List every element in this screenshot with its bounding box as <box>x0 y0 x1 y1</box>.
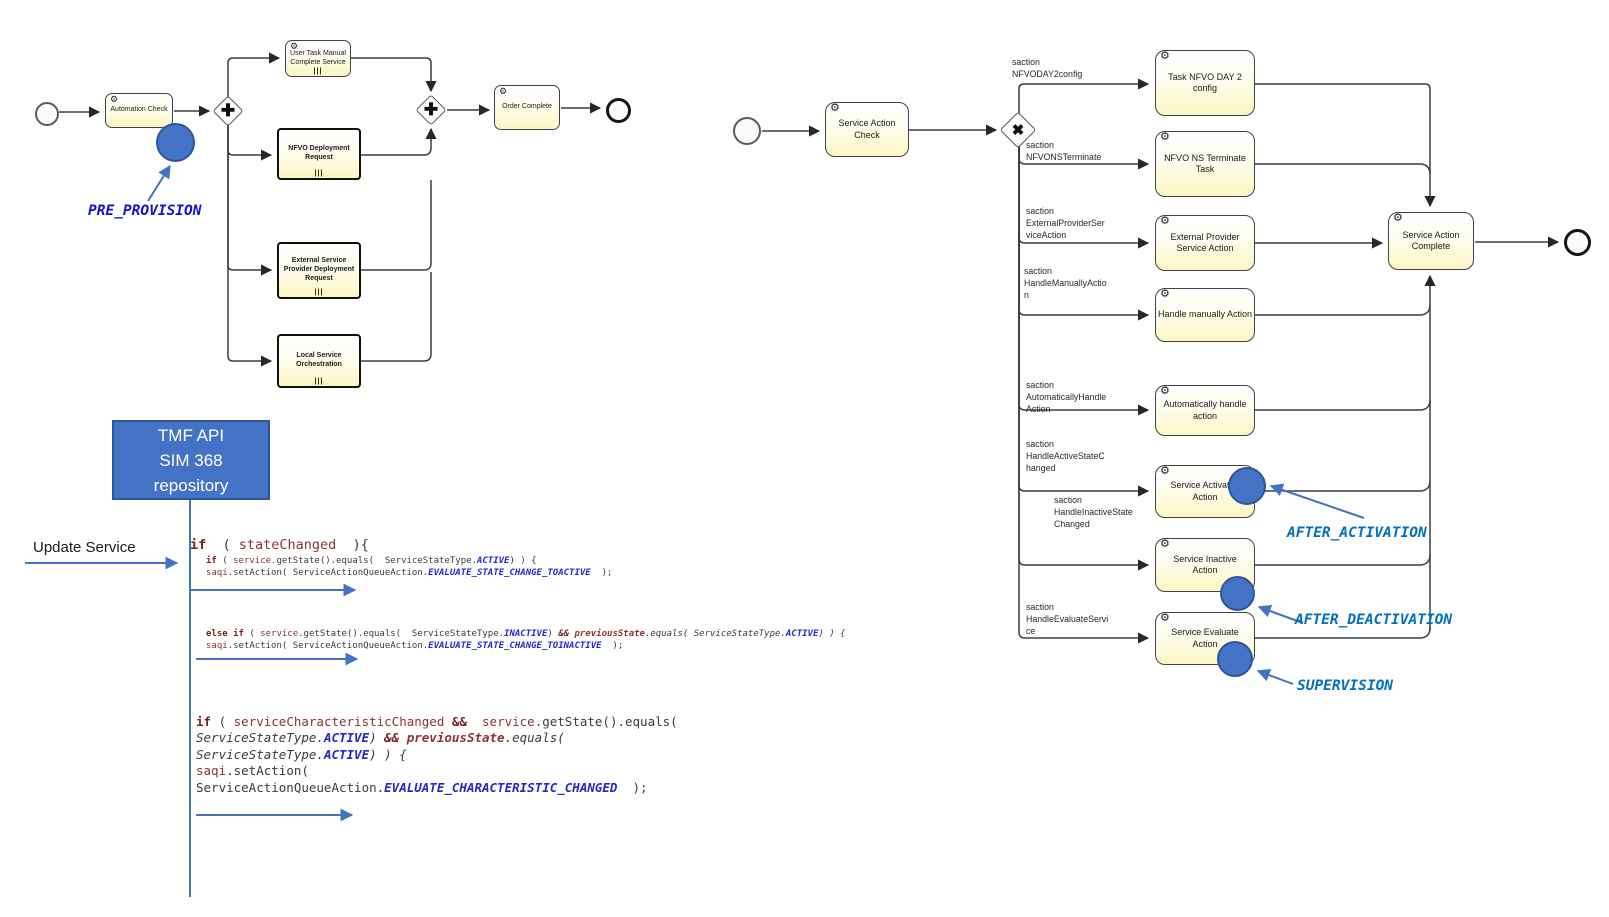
task-automatically-handle-action: ⚙ Automatically handle action <box>1155 385 1255 436</box>
task-service-action-check: ⚙ Service Action Check <box>825 102 909 157</box>
branch-label-handlemanuallyaction: saction HandleManuallyActio n <box>1024 266 1107 302</box>
multi-instance-icon: ||| <box>314 68 323 75</box>
branch-label-nfvoday2config: saction NFVODAY2config <box>1012 57 1082 81</box>
branch-label-handleevaluateservice: saction HandleEvaluateServi ce <box>1026 602 1108 638</box>
after-deactivation-marker-circle <box>1220 576 1255 611</box>
code-line: else if ( service.getState().equals( Ser… <box>206 629 845 641</box>
tmf-api-repository-box: TMF API SIM 368 repository <box>112 420 270 500</box>
service-task-gear-icon: ⚙ <box>830 103 840 114</box>
service-task-gear-icon: ⚙ <box>1160 132 1170 143</box>
multi-instance-icon: ||| <box>315 378 324 385</box>
after-activation-annotation: AFTER_ACTIVATION <box>1287 525 1427 541</box>
task-external-service-provider-deployment-request: External Service Provider Deployment Req… <box>277 242 361 299</box>
left-end-event <box>606 98 631 123</box>
task-label: Service Action Check <box>838 118 895 141</box>
code-block-characteristic-changed: if ( serviceCharacteristicChanged && ser… <box>196 714 678 796</box>
task-nfvo-ns-terminate: ⚙ NFVO NS Terminate Task <box>1155 131 1255 197</box>
task-label: NFVO Deployment Request <box>288 145 349 163</box>
service-task-gear-icon: ⚙ <box>499 87 507 96</box>
task-label: Order Complete <box>502 103 552 112</box>
task-automation-check: ⚙ Automation Check <box>105 93 173 128</box>
supervision-annotation: SUPERVISION <box>1297 678 1393 694</box>
branch-label-handleinactivestatechanged: saction HandleInactiveState Changed <box>1054 495 1133 531</box>
branch-label-externalproviderserviceaction: saction ExternalProviderSer viceAction <box>1026 206 1105 242</box>
service-task-gear-icon: ⚙ <box>1160 466 1170 477</box>
parallel-gateway-icon: ✚ <box>213 96 243 126</box>
multi-instance-icon: ||| <box>315 289 324 296</box>
code-line: if ( service.getState().equals( ServiceS… <box>206 556 612 568</box>
left-start-event <box>35 102 59 126</box>
service-task-gear-icon: ⚙ <box>1160 51 1170 62</box>
service-task-gear-icon: ⚙ <box>1160 386 1170 397</box>
bpmn-diagram-canvas: ⚙ Automation Check ✚ ⚙ User Task Manual … <box>0 0 1609 917</box>
task-label: Handle manually Action <box>1158 309 1252 320</box>
service-task-gear-icon: ⚙ <box>1393 213 1403 224</box>
task-label: NFVO NS Terminate Task <box>1164 153 1246 176</box>
branch-label-handleactivestatechanged: saction HandleActiveStateC hanged <box>1026 439 1105 475</box>
code-line: ServiceActionQueueAction.EVALUATE_CHARAC… <box>196 780 678 796</box>
code-line: saqi.setAction( ServiceActionQueueAction… <box>206 641 845 653</box>
service-task-gear-icon: ⚙ <box>1160 216 1170 227</box>
task-label: Automatically handle action <box>1163 399 1246 422</box>
task-handle-manually-action: ⚙ Handle manually Action <box>1155 288 1255 342</box>
multi-instance-icon: ||| <box>315 170 324 177</box>
service-task-gear-icon: ⚙ <box>1160 289 1170 300</box>
pre-provision-marker-circle <box>156 123 195 162</box>
pre-provision-annotation: PRE_PROVISION <box>88 203 202 219</box>
service-task-gear-icon: ⚙ <box>290 42 298 51</box>
parallel-gateway-join: ✚ <box>416 95 446 125</box>
update-service-label: Update Service <box>33 539 136 556</box>
code-line: if ( serviceCharacteristicChanged && ser… <box>196 714 678 730</box>
service-task-gear-icon: ⚙ <box>1160 613 1170 624</box>
parallel-gateway-icon: ✚ <box>416 95 446 125</box>
right-end-event <box>1564 229 1591 256</box>
task-user-task-manual-complete-service: ⚙ User Task Manual Complete Service ||| <box>285 40 351 77</box>
after-activation-marker-circle <box>1228 467 1266 505</box>
task-label: External Service Provider Deployment Req… <box>284 257 354 283</box>
task-label: Automation Check <box>110 106 167 115</box>
code-line: saqi.setAction( ServiceActionQueueAction… <box>206 568 612 580</box>
task-label: External Provider Service Action <box>1170 232 1239 255</box>
task-label: Task NFVO DAY 2 config <box>1168 72 1242 95</box>
task-label: Service Action Complete <box>1402 230 1459 253</box>
code-block-toinactive: else if ( service.getState().equals( Ser… <box>206 629 845 652</box>
after-deactivation-annotation: AFTER_DEACTIVATION <box>1295 612 1452 628</box>
supervision-marker-circle <box>1217 641 1253 677</box>
task-service-action-complete: ⚙ Service Action Complete <box>1388 212 1474 270</box>
task-label: User Task Manual Complete Service <box>290 50 346 68</box>
code-line: ServiceStateType.ACTIVE) ) { <box>196 747 678 763</box>
task-label: Local Service Orchestration <box>296 352 342 370</box>
right-start-event <box>733 117 761 145</box>
task-local-service-orchestration: Local Service Orchestration ||| <box>277 334 361 388</box>
service-task-gear-icon: ⚙ <box>1160 539 1170 550</box>
code-block-toactive: if ( service.getState().equals( ServiceS… <box>206 556 612 579</box>
task-label: Service Inactive Action <box>1173 554 1237 577</box>
code-line: ServiceStateType.ACTIVE) && previousStat… <box>196 730 678 746</box>
code-line: saqi.setAction( <box>196 763 678 779</box>
task-nfvo-deployment-request: NFVO Deployment Request ||| <box>277 128 361 180</box>
task-nfvo-day2-config: ⚙ Task NFVO DAY 2 config <box>1155 50 1255 116</box>
code-block-statechanged: if ( stateChanged ){ <box>190 537 369 553</box>
task-order-complete: ⚙ Order Complete <box>494 85 560 130</box>
parallel-gateway-split: ✚ <box>213 96 243 126</box>
code-line: if ( stateChanged ){ <box>190 537 369 553</box>
service-task-gear-icon: ⚙ <box>110 95 118 104</box>
task-external-provider-service-action: ⚙ External Provider Service Action <box>1155 215 1255 271</box>
branch-label-nfvonsterminate: saction NFVONSTerminate <box>1026 140 1101 164</box>
branch-label-automaticallyhandleaction: saction AutomaticallyHandle Action <box>1026 380 1106 416</box>
